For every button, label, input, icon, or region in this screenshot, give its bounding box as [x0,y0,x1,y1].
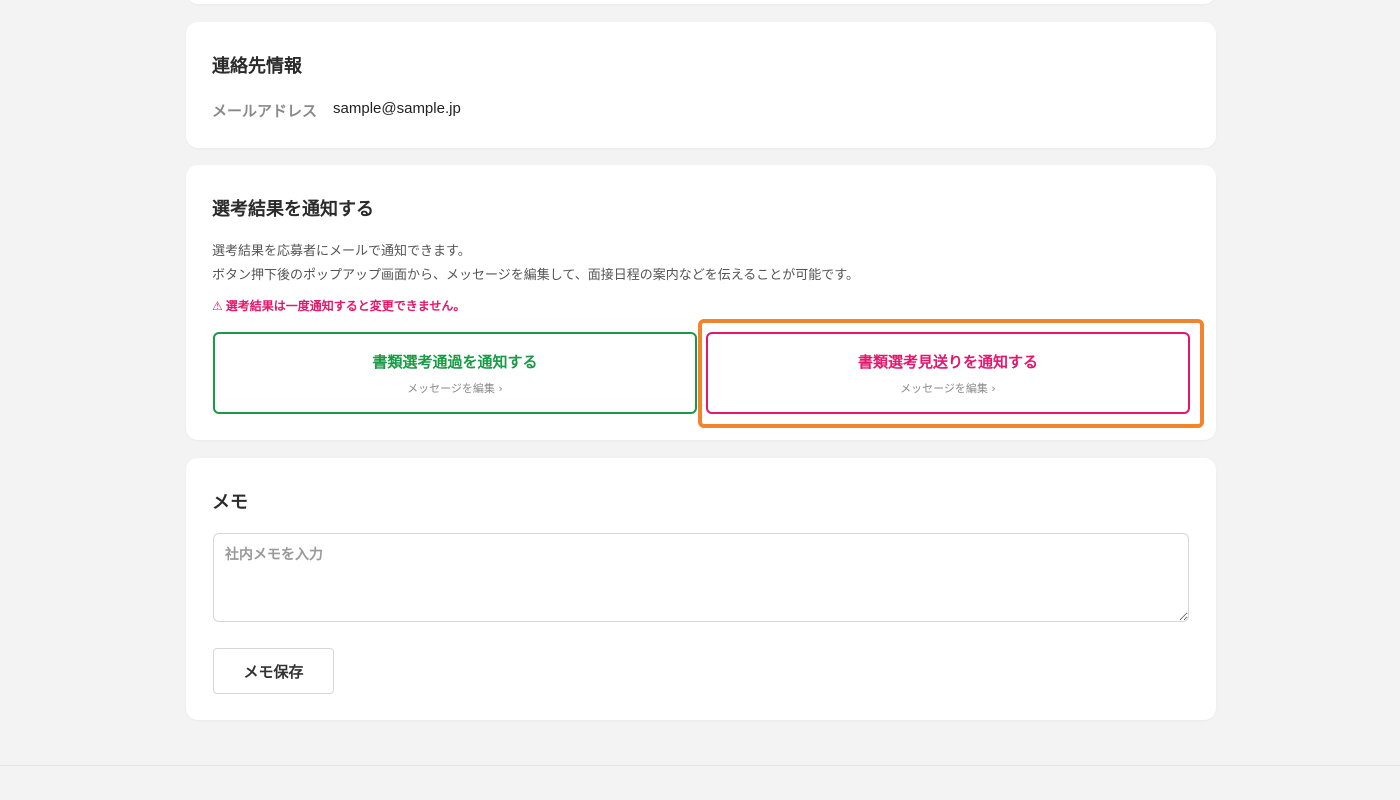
result-notification-card: 選考結果を通知する 選考結果を応募者にメールで通知できます。 ボタン押下後のポッ… [186,165,1216,440]
contact-card: 連絡先情報 メールアドレス sample@sample.jp [186,22,1216,148]
notify-reject-button[interactable]: 書類選考見送りを通知する メッセージを編集 › [706,332,1190,414]
contact-title: 連絡先情報 [212,56,302,77]
memo-save-button[interactable]: メモ保存 [213,648,334,694]
warning-text: 選考結果は一度通知すると変更できません。 [225,299,466,313]
notify-pass-label: 書類選考通過を通知する [372,352,538,371]
memo-card: メモ メモ保存 [186,458,1216,720]
notify-reject-label: 書類選考見送りを通知する [857,352,1038,371]
footer-divider [0,765,1400,766]
email-row: メールアドレス sample@sample.jp [212,100,461,121]
email-label: メールアドレス [212,102,318,120]
email-value: sample@sample.jp [333,100,461,117]
memo-title: メモ [212,492,248,513]
result-description-line: 選考結果を応募者にメールで通知できます。 [212,244,471,259]
result-description: 選考結果を応募者にメールで通知できます。 ボタン押下後のポップアップ画面から、メ… [212,240,859,288]
warning-icon: ⚠ [212,299,223,313]
warning-message: ⚠ 選考結果は一度通知すると変更できません。 [212,297,465,314]
edit-message-link: メッセージを編集 › [407,381,503,395]
memo-input[interactable] [213,533,1189,622]
edit-message-link: メッセージを編集 › [900,381,996,395]
result-title: 選考結果を通知する [212,199,374,220]
notify-pass-button[interactable]: 書類選考通過を通知する メッセージを編集 › [213,332,697,414]
result-description-line: ボタン押下後のポップアップ画面から、メッセージを編集して、面接日程の案内などを伝… [212,268,860,283]
previous-card [186,0,1216,4]
